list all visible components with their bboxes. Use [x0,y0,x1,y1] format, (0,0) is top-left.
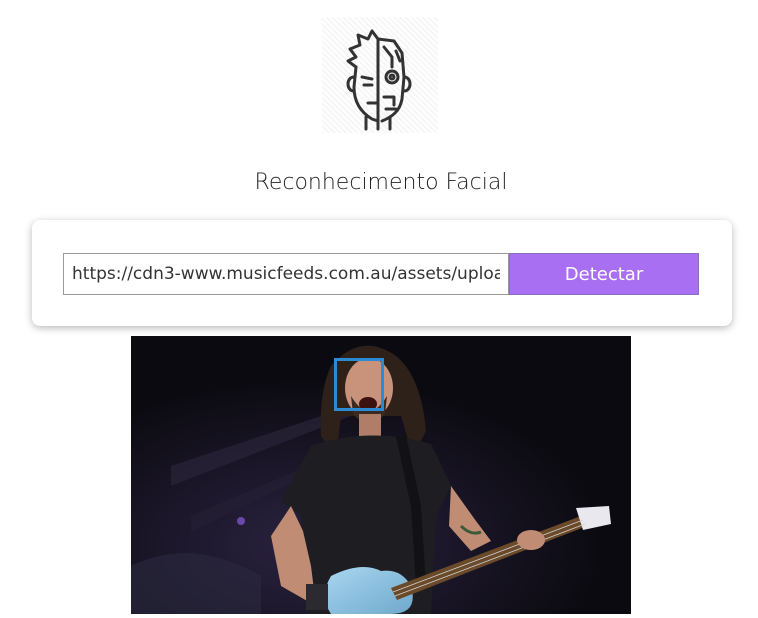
face-detection-box [334,358,384,411]
detect-button[interactable]: Detectar [509,253,699,295]
url-input[interactable] [63,253,509,295]
page-title: Reconhecimento Facial [254,170,508,195]
half-face-robot-icon [346,29,412,131]
logo [322,17,438,133]
result-image [131,336,631,614]
page: Reconhecimento Facial Detectar [0,0,758,618]
